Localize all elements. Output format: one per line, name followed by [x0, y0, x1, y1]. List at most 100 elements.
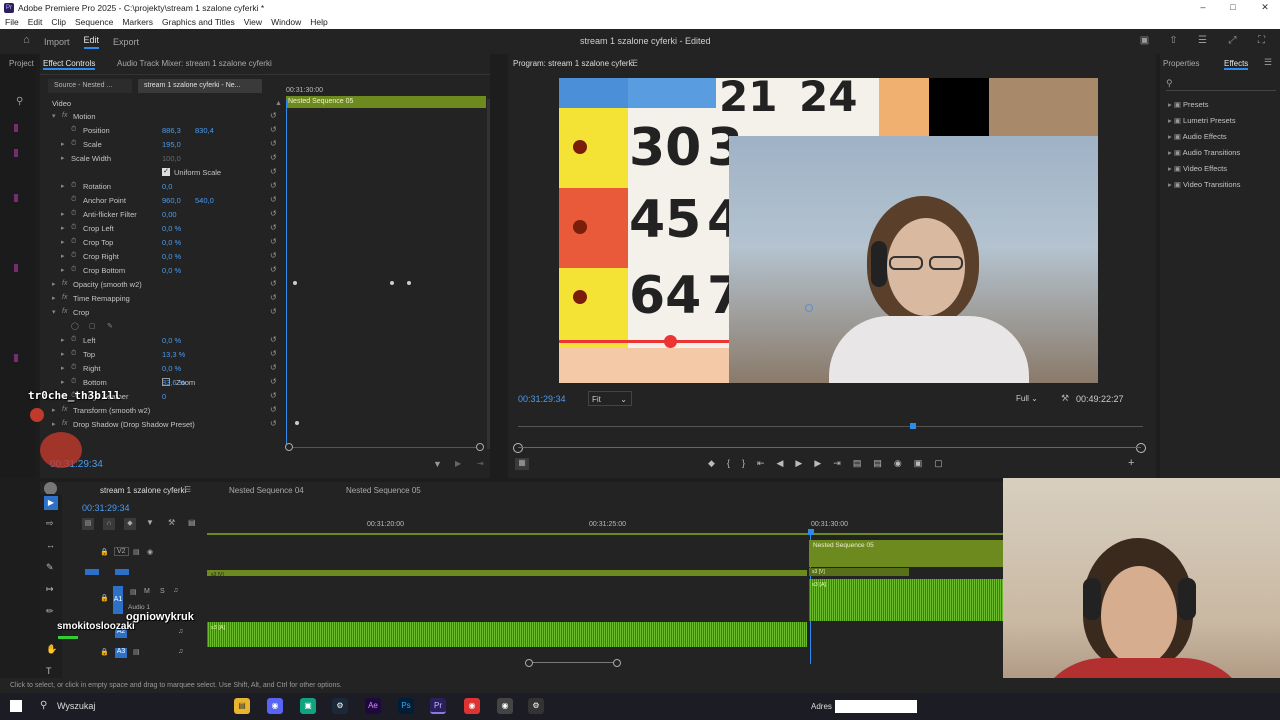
effects-folder-video-transitions[interactable]: ▸ ▣ Video Transitions: [1168, 180, 1240, 189]
effect-value[interactable]: 0,0 %: [162, 364, 181, 373]
expand-icon[interactable]: ⤢: [1226, 35, 1239, 47]
expand-arrow-icon[interactable]: ▸: [1168, 148, 1172, 157]
effect-value[interactable]: 0: [162, 392, 166, 401]
keyframe[interactable]: [295, 421, 299, 425]
clip-a2-long[interactable]: s3 [A]: [207, 622, 807, 647]
fit-dropdown[interactable]: Fit ⌄: [588, 391, 632, 406]
effect-value[interactable]: 0,0: [162, 182, 172, 191]
clip-a1-right[interactable]: s3 [A]: [809, 579, 1005, 621]
slip-tool-icon[interactable]: ↦: [46, 584, 54, 595]
tab-effect-controls[interactable]: Effect Controls: [43, 59, 96, 70]
tab-properties[interactable]: Properties: [1163, 59, 1199, 68]
add-marker-icon[interactable]: ▼: [146, 518, 154, 527]
tab-effects[interactable]: Effects: [1224, 59, 1249, 70]
fx-toggle-icon[interactable]: fx: [62, 420, 67, 427]
file-explorer-icon[interactable]: ▤: [234, 698, 250, 714]
menu-item-sequence[interactable]: Sequence: [75, 17, 113, 27]
comparison-view-icon[interactable]: ▣: [914, 458, 935, 468]
expand-arrow-icon[interactable]: ▸: [61, 182, 65, 190]
reset-parameter-icon[interactable]: ↺: [270, 139, 277, 148]
reset-parameter-icon[interactable]: ↺: [270, 195, 277, 204]
menu-item-markers[interactable]: Markers: [122, 17, 153, 27]
after-effects-icon[interactable]: Ae: [365, 698, 381, 714]
close-button[interactable]: ✕: [1250, 0, 1280, 15]
windows-start-icon[interactable]: [10, 700, 22, 712]
quality-dropdown[interactable]: Full ⌄: [1013, 391, 1053, 406]
expand-arrow-icon[interactable]: ▸: [61, 252, 65, 260]
track-target-v1[interactable]: [115, 569, 129, 575]
ec-zoom-handle-right[interactable]: [476, 443, 484, 451]
expand-arrow-icon[interactable]: ▸: [61, 378, 65, 386]
tab-nested-seq-04[interactable]: Nested Sequence 04: [229, 486, 304, 495]
effect-row[interactable]: ▸ Scale Width 100,0 ↺: [40, 152, 280, 166]
obs-icon[interactable]: ◉: [497, 698, 513, 714]
program-time-ruler[interactable]: [518, 426, 1143, 427]
panel-menu-icon[interactable]: ☰: [1264, 57, 1272, 68]
marker-icon[interactable]: ◆: [708, 458, 727, 468]
go-to-in-icon[interactable]: ⇤: [757, 458, 777, 468]
effect-row[interactable]: ▸ ⏱ Crop Top 0,0 % ↺: [40, 236, 280, 250]
export-frame-icon[interactable]: ⇥: [477, 459, 484, 468]
expand-arrow-icon[interactable]: ▸: [1168, 132, 1172, 141]
tab-sequence-main[interactable]: stream 1 szalone cyferki: [100, 486, 186, 495]
effect-row[interactable]: ▸ ⏱ Crop Right 0,0 % ↺: [40, 250, 280, 264]
sync-lock-icon[interactable]: ▤: [133, 548, 140, 556]
stopwatch-icon[interactable]: ⏱: [71, 266, 76, 274]
stopwatch-icon[interactable]: ⏱: [71, 378, 76, 386]
menu-item-edit[interactable]: Edit: [28, 17, 43, 27]
fullscreen-icon[interactable]: ⛶: [1255, 35, 1268, 47]
search-icon[interactable]: ⚲: [16, 96, 23, 107]
effect-row[interactable]: ▸ fx Transform (smooth w2) ↺: [40, 404, 280, 418]
menu-item-view[interactable]: View: [244, 17, 262, 27]
pen-tool-icon[interactable]: ✏: [46, 606, 54, 617]
share-icon[interactable]: ⇧: [1167, 35, 1180, 47]
tab-audio-track-mixer[interactable]: Audio Track Mixer: stream 1 szalone cyfe…: [117, 59, 272, 68]
ec-zoom-track[interactable]: [290, 447, 480, 448]
stopwatch-icon[interactable]: ⏱: [71, 224, 76, 232]
workspace-edit[interactable]: Edit: [83, 35, 100, 49]
home-icon[interactable]: ⌂: [20, 34, 33, 46]
expand-arrow-icon[interactable]: ▸: [52, 420, 56, 428]
expand-arrow-icon[interactable]: ▸: [61, 210, 65, 218]
expand-arrow-icon[interactable]: ▸: [1168, 180, 1172, 189]
panel-menu-icon[interactable]: ☰: [630, 58, 638, 69]
effect-value[interactable]: 960,0: [162, 196, 181, 205]
expand-arrow-icon[interactable]: ▸: [61, 140, 65, 148]
effect-value[interactable]: 540,0: [195, 196, 214, 205]
reset-parameter-icon[interactable]: ↺: [270, 279, 277, 288]
track-header-v1[interactable]: [85, 567, 205, 577]
effect-row[interactable]: ▸ ⏱ Top 13,3 % ↺: [40, 348, 280, 362]
effect-row[interactable]: ▸ fx Opacity (smooth w2) ↺: [40, 278, 280, 292]
effect-row[interactable]: ▸ ⏱ Right 0,0 % ↺: [40, 362, 280, 376]
effects-folder-video-effects[interactable]: ▸ ▣ Video Effects: [1168, 164, 1227, 173]
zoom-bar[interactable]: [518, 447, 1141, 448]
source-patch-v1[interactable]: [85, 569, 99, 575]
selection-tool-icon[interactable]: ▶: [44, 496, 58, 510]
lock-icon[interactable]: 🔒: [100, 648, 109, 656]
menu-icon[interactable]: ☰: [1196, 35, 1209, 47]
collapse-arrow-icon[interactable]: ▾: [52, 112, 56, 120]
fx-toggle-icon[interactable]: fx: [62, 406, 67, 413]
menu-item-graphics-and-titles[interactable]: Graphics and Titles: [162, 17, 235, 27]
collapse-arrow-icon[interactable]: ▾: [52, 308, 56, 316]
expand-arrow-icon[interactable]: ▸: [52, 406, 56, 414]
effect-value[interactable]: 195,0: [162, 140, 181, 149]
ec-scrollbar[interactable]: [487, 99, 490, 449]
effects-folder-audio-transitions[interactable]: ▸ ▣ Audio Transitions: [1168, 148, 1240, 157]
step-back-icon[interactable]: ◀: [777, 458, 796, 468]
clip-v1-long[interactable]: s3 [V]: [207, 570, 807, 578]
add-button-icon[interactable]: +: [1128, 457, 1134, 469]
keyframe[interactable]: [407, 281, 411, 285]
effect-value[interactable]: 100,0: [162, 154, 181, 163]
reset-parameter-icon[interactable]: ↺: [270, 181, 277, 190]
fx-toggle-icon[interactable]: fx: [62, 280, 67, 287]
expand-arrow-icon[interactable]: ▸: [52, 280, 56, 288]
razor-tool-icon[interactable]: ✎: [46, 562, 54, 573]
keyframe[interactable]: [293, 281, 297, 285]
uniform-scale-checkbox[interactable]: ✓: [162, 168, 170, 176]
expand-arrow-icon[interactable]: ▸: [61, 336, 65, 344]
work-area-bar[interactable]: [207, 533, 1005, 535]
effect-row[interactable]: ▸ ⏱ Left 0,0 % ↺: [40, 334, 280, 348]
reset-parameter-icon[interactable]: ↺: [270, 125, 277, 134]
effect-value[interactable]: 13,3 %: [162, 350, 185, 359]
